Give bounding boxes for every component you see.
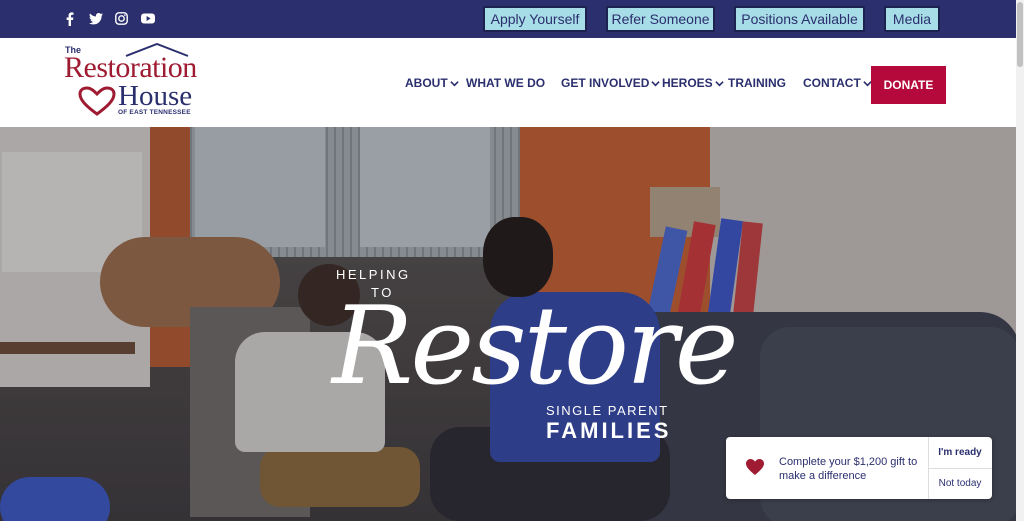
nav-training-label: TRAINING (728, 76, 786, 90)
nav-contact[interactable]: CONTACT (803, 76, 872, 90)
logo-house: House (118, 80, 193, 112)
twitter-icon[interactable] (88, 11, 103, 26)
nav-about[interactable]: ABOUT (405, 76, 459, 90)
positions-available-button[interactable]: Positions Available (734, 6, 865, 32)
gift-reminder-popup: Complete your $1,200 gift to make a diff… (726, 437, 992, 499)
refer-someone-button[interactable]: Refer Someone (606, 6, 715, 32)
nav-contact-label: CONTACT (803, 76, 861, 90)
nav-involved-label: GET INVOLVED (561, 76, 650, 90)
hero-helping: HELPING (336, 267, 411, 282)
im-ready-button[interactable]: I'm ready (928, 437, 992, 468)
not-today-button[interactable]: Not today (928, 468, 992, 499)
logo-subtitle: OF EAST TENNESSEE (118, 109, 191, 116)
gift-message: Complete your $1,200 gift to make a diff… (779, 456, 918, 482)
nav-about-label: ABOUT (405, 76, 448, 90)
chevron-down-icon (651, 80, 661, 86)
media-button[interactable]: Media (884, 6, 940, 32)
heart-outline-icon (78, 86, 116, 116)
hero-families: FAMILIES (546, 418, 672, 443)
top-bar: Apply Yourself Refer Someone Positions A… (0, 0, 1016, 38)
nav-heroes-label: HEROES (662, 76, 713, 90)
site-logo[interactable]: The Restoration House OF EAST TENNESSEE (62, 43, 212, 118)
youtube-icon[interactable] (140, 11, 155, 26)
chevron-down-icon (449, 80, 459, 86)
page-scrollbar[interactable] (1016, 0, 1024, 521)
chevron-down-icon (715, 80, 724, 86)
instagram-icon[interactable] (114, 11, 129, 26)
nav-training[interactable]: TRAINING (728, 76, 786, 90)
hero-restore-script: Restore (332, 284, 739, 409)
nav-what-label: WHAT WE DO (466, 76, 546, 90)
hero-single-parent: SINGLE PARENT (546, 403, 669, 418)
facebook-icon[interactable] (62, 11, 77, 26)
donate-button[interactable]: DONATE (871, 66, 946, 104)
scrollbar-thumb[interactable] (1017, 2, 1023, 67)
nav-heroes[interactable]: HEROES (662, 76, 724, 90)
site-header: The Restoration House OF EAST TENNESSEE … (0, 38, 1016, 127)
nav-get-involved[interactable]: GET INVOLVED (561, 76, 661, 90)
heart-icon (746, 459, 764, 475)
apply-yourself-button[interactable]: Apply Yourself (483, 6, 587, 32)
social-links (62, 11, 155, 26)
nav-what-we-do[interactable]: WHAT WE DO (466, 76, 545, 90)
